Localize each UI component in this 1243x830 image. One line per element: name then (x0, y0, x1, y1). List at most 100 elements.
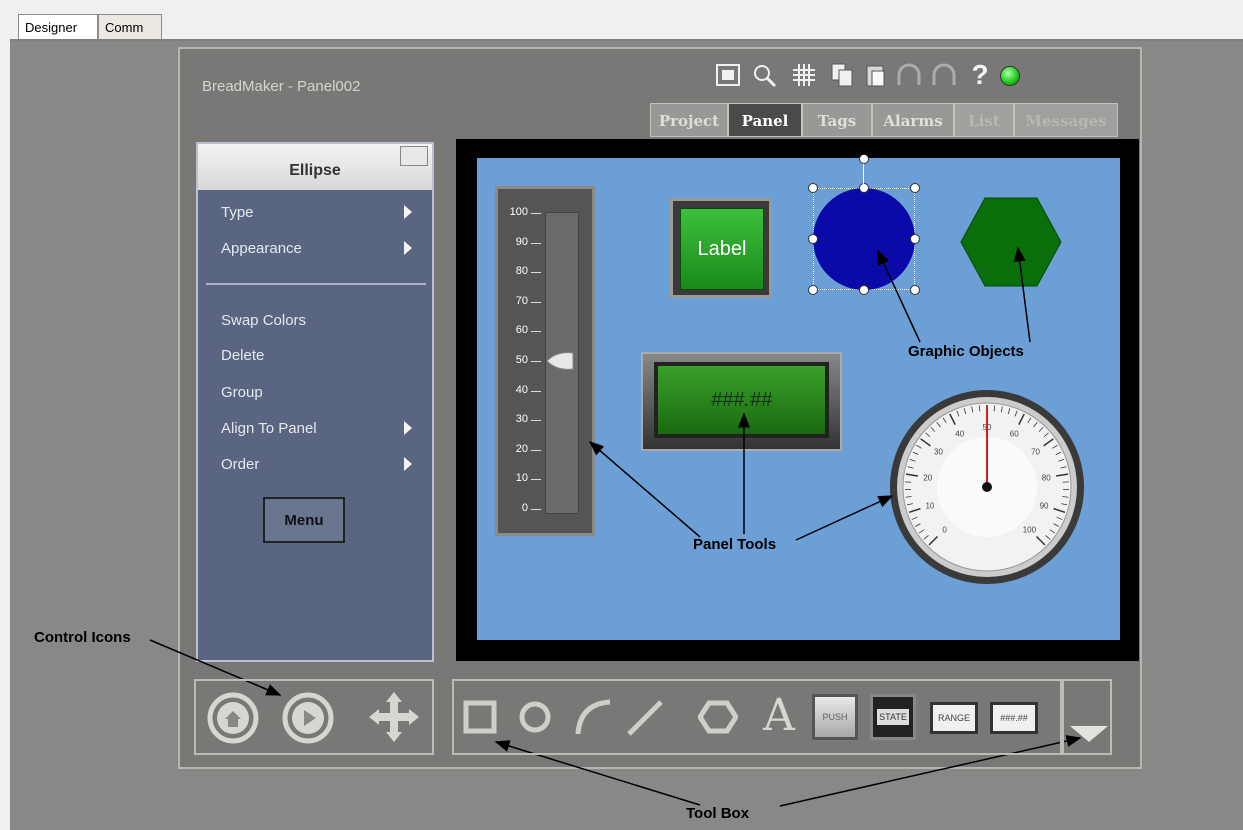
home-icon[interactable] (207, 692, 259, 744)
annotation-control-icons: Control Icons (34, 629, 131, 646)
menu-item-group[interactable]: Group (221, 384, 263, 401)
slider-tick-label: 100 (509, 206, 528, 218)
toolbox-more-box (1062, 679, 1112, 755)
play-icon[interactable] (282, 692, 334, 744)
slider-tick (531, 242, 541, 244)
slider-thumb[interactable] (545, 351, 577, 371)
tab-comm[interactable]: Comm (98, 14, 162, 40)
gauge-tick-label: 20 (923, 474, 932, 483)
resize-handle[interactable] (910, 285, 920, 295)
submenu-arrow-icon (404, 457, 412, 471)
move-icon[interactable] (367, 690, 421, 744)
slider-tick-label: 40 (515, 383, 528, 396)
copy-icon[interactable] (828, 62, 856, 88)
slider-tick-label: 0 (521, 502, 528, 514)
paste-icon[interactable] (862, 62, 890, 88)
ellipse-object[interactable] (813, 188, 915, 290)
tab-alarms[interactable]: Alarms (872, 103, 954, 137)
resize-handle[interactable] (808, 234, 818, 244)
submenu-arrow-icon (404, 421, 412, 435)
state-tool[interactable]: STATE (870, 694, 916, 740)
slider-tick-label: 60 (515, 324, 528, 337)
menu-item-order[interactable]: Order (221, 456, 259, 473)
slider-tick-label: 50 (515, 354, 528, 366)
push-button-tool[interactable]: PUSH (812, 694, 858, 740)
resize-handle[interactable] (808, 183, 818, 193)
menu-item-appearance[interactable]: Appearance (221, 240, 302, 257)
slider-tick (531, 331, 541, 333)
menu-divider (206, 283, 426, 285)
menu-item-align-to-panel[interactable]: Align To Panel (221, 420, 317, 437)
slider-tick-label: 90 (515, 235, 528, 248)
polygon-tool-icon[interactable] (697, 700, 739, 734)
label-button[interactable]: Label (680, 208, 764, 290)
tab-designer[interactable]: Designer (18, 14, 98, 40)
menu-button[interactable]: Menu (263, 497, 345, 543)
arc-tool-icon[interactable] (572, 698, 612, 736)
menu-item-type[interactable]: Type (221, 204, 254, 221)
gauge-hub (982, 482, 992, 492)
slider-tick (531, 301, 541, 303)
slider-tick (531, 479, 541, 481)
slider-tick (531, 449, 541, 451)
range-tool[interactable]: RANGE (930, 702, 978, 734)
tab-list[interactable]: List (954, 103, 1014, 137)
panel-options-icon[interactable] (400, 146, 428, 166)
menu-item-delete[interactable]: Delete (221, 347, 264, 364)
annotation-tool-box: Tool Box (686, 805, 750, 822)
resize-handle[interactable] (859, 183, 869, 193)
numeric-display-tool[interactable]: ###.## (990, 702, 1038, 734)
slider-tick-label: 10 (515, 472, 528, 485)
undo-icon[interactable] (895, 62, 923, 88)
numeric-display[interactable]: ###.## (658, 366, 825, 434)
slider-tick (531, 420, 541, 422)
tab-panel[interactable]: Panel (728, 103, 802, 137)
submenu-arrow-icon (404, 205, 412, 219)
gauge-tick-label: 80 (1042, 474, 1051, 483)
zoom-icon[interactable] (750, 62, 778, 88)
annotation-graphic-objects: Graphic Objects (908, 343, 1024, 360)
round-gauge[interactable]: 0102030405060708090100 (888, 388, 1086, 586)
chevron-down-icon[interactable] (1070, 726, 1108, 742)
line-tool-icon[interactable] (625, 698, 665, 736)
slider-tick (531, 361, 541, 362)
menu-item-swap-colors[interactable]: Swap Colors (221, 312, 306, 329)
gauge-tick-label: 10 (925, 502, 934, 511)
resize-handle[interactable] (808, 285, 818, 295)
tab-messages[interactable]: Messages (1014, 103, 1118, 137)
gauge-tick-label: 60 (1010, 430, 1019, 439)
fit-screen-icon[interactable] (714, 62, 742, 88)
text-tool-icon[interactable]: A (758, 692, 800, 740)
rotation-handle[interactable] (859, 154, 869, 164)
window-title: BreadMaker - Panel002 (202, 78, 361, 95)
gauge-tick-label: 70 (1031, 448, 1040, 457)
gauge-tick (993, 405, 996, 412)
resize-handle[interactable] (859, 285, 869, 295)
grid-icon[interactable] (790, 62, 818, 88)
gauge-tick-label: 40 (955, 430, 964, 439)
slider-tick (531, 213, 541, 214)
hexagon-object[interactable] (960, 197, 1062, 287)
help-icon[interactable]: ? (966, 59, 994, 90)
slider-tick (531, 390, 541, 392)
slider-tick-label: 20 (515, 442, 528, 455)
slider-tick-label: 70 (515, 294, 528, 307)
slider-tick (531, 509, 541, 510)
status-indicator-icon (1000, 66, 1020, 86)
gauge-tick-label: 90 (1040, 502, 1049, 511)
gauge-tick-label: 0 (942, 525, 947, 534)
properties-title: Ellipse (289, 162, 341, 179)
ellipse-tool-icon[interactable] (518, 700, 552, 734)
submenu-arrow-icon (404, 241, 412, 255)
slider-tick (531, 272, 541, 274)
tab-tags[interactable]: Tags (802, 103, 872, 137)
rectangle-tool-icon[interactable] (463, 700, 497, 734)
gauge-tick (978, 405, 981, 412)
redo-icon[interactable] (930, 62, 958, 88)
resize-handle[interactable] (910, 183, 920, 193)
state-tool-label: STATE (877, 709, 909, 725)
slider-tick-label: 80 (515, 265, 528, 278)
gauge-dial: 0102030405060708090100 (890, 390, 1084, 584)
resize-handle[interactable] (910, 234, 920, 244)
tab-project[interactable]: Project (650, 103, 728, 137)
